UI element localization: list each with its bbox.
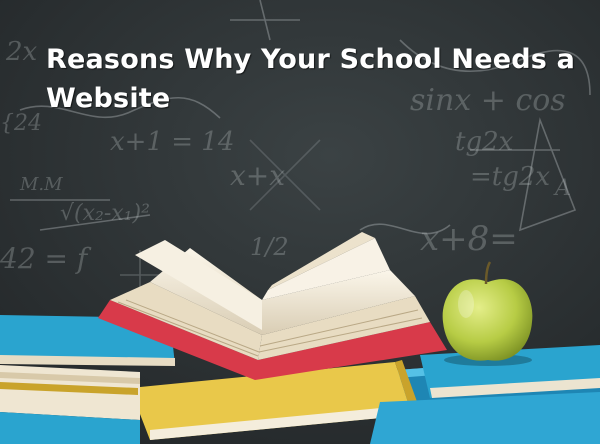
svg-text:tg2x: tg2x [455,127,514,157]
headline-title: Reasons Why Your School Needs a Website [46,44,576,114]
svg-text:x+x: x+x [230,159,285,192]
svg-text:M.M: M.M [19,174,63,195]
svg-text:{24: {24 [0,111,42,136]
svg-text:x+1 = 14: x+1 = 14 [110,127,234,157]
svg-text:x+8=: x+8= [420,219,518,259]
svg-text:2x: 2x [5,37,38,67]
svg-text:A: A [553,176,571,201]
svg-text:√(x₂-x₁)²: √(x₂-x₁)² [60,201,150,226]
svg-text:=tg2x: =tg2x [470,162,550,192]
svg-text:42 = f: 42 = f [0,242,92,275]
svg-text:1/2: 1/2 [250,233,289,261]
hero-image: 2x {24 x+1 = 14 sinx + cos tg2x =tg2x M.… [0,0,600,444]
